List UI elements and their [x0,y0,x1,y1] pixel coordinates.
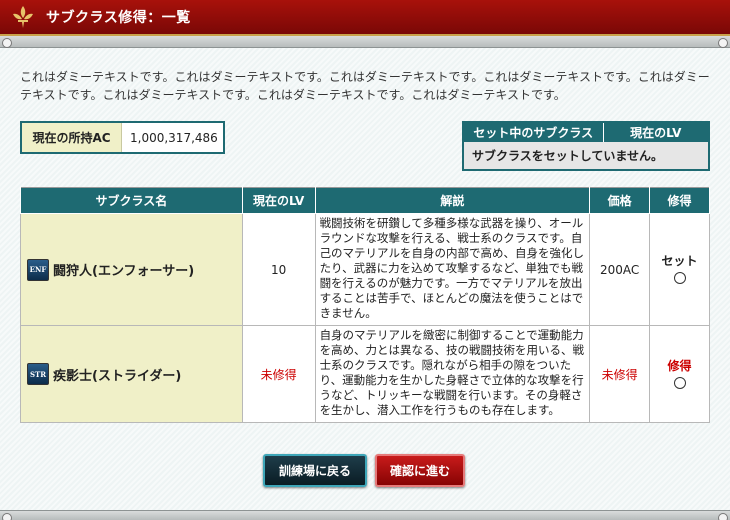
subclass-lv: 10 [241,213,316,326]
subclass-table: サブクラス名 現在のLV 解説 価格 修得 ENF 闘狩人(エンフォーサー) 1… [20,187,710,423]
ac-value: 1,000,317,486 [130,130,218,145]
top-frame-bar [0,36,730,48]
subclass-desc: 戦闘技術を研鑚して多種多様な武器を操り、オールラウンドな攻撃を行える、戦士系のク… [314,213,591,326]
learn-label: 修得 [667,358,692,373]
proceed-confirm-button[interactable]: 確認に進む [375,454,465,487]
main-content: これはダミーテキストです。これはダミーテキストです。これはダミーテキストです。こ… [0,48,730,510]
strider-badge-icon: STR [27,363,49,385]
subclass-name-cell: STR 疾影士(ストライダー) [20,325,243,423]
set-label: セット [661,254,698,268]
subclass-desc: 自身のマテリアルを緻密に制御することで運動能力を高め、力とは異なる、技の戦闘技術… [314,325,591,423]
title-bar: サブクラス修得：一覧 [0,0,730,36]
subclass-name: 疾影士(ストライダー) [53,368,182,384]
set-radio[interactable] [673,272,686,284]
table-row: STR 疾影士(ストライダー) 未修得 自身のマテリアルを緻密に制御することで運… [20,325,710,423]
col-header-name: サブクラス名 [20,187,243,214]
col-header-desc: 解説 [314,187,591,214]
learn-radio[interactable] [673,376,686,389]
learn-cell: セット [649,213,710,326]
col-header-price: 価格 [589,187,651,214]
bottom-frame-bar [0,510,730,520]
current-lv-header: 現在のLV [603,122,709,142]
current-subclass-table: セット中のサブクラス 現在のLV サブクラスをセットしていません。 [462,121,710,171]
learn-cell: 修得 [649,325,710,423]
subclass-name: 闘狩人(エンフォーサー) [53,264,195,279]
table-header-row: サブクラス名 現在のLV 解説 価格 修得 [20,187,710,214]
subclass-price: 未修得 [589,325,651,423]
subclass-price: 200AC [589,213,651,326]
current-subclass-header: セット中のサブクラス [463,122,604,142]
intro-text: これはダミーテキストです。これはダミーテキストです。これはダミーテキストです。こ… [20,70,710,102]
table-row: ENF 闘狩人(エンフォーサー) 10 戦闘技術を研鑚して多種多様な武器を操り、… [20,213,710,326]
col-header-learn: 修得 [649,187,710,214]
no-subclass-message: サブクラスをセットしていません。 [463,142,709,170]
ac-label: 現在の所持AC [22,123,122,152]
subclass-lv: 未修得 [241,325,316,423]
ac-balance-box: 現在の所持AC 1,000,317,486 [20,121,225,154]
enforcer-badge-icon: ENF [27,258,49,281]
col-header-lv: 現在のLV [241,187,316,214]
subclass-name-cell: ENF 闘狩人(エンフォーサー) [20,213,243,326]
page-title: サブクラス修得：一覧 [46,10,191,26]
fleur-emblem-icon [8,2,38,32]
back-to-training-button[interactable]: 訓練場に戻る [263,454,367,487]
